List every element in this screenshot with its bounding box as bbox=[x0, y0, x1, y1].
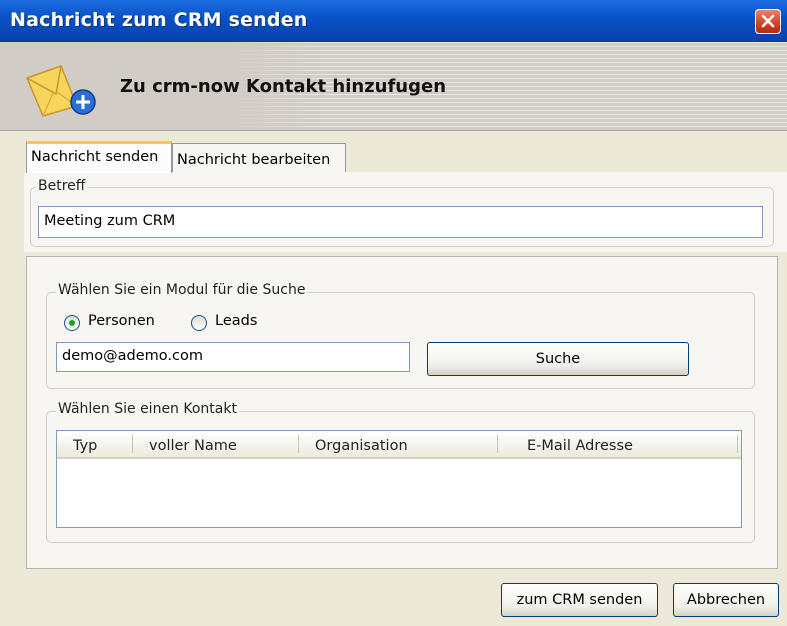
window-title: Nachricht zum CRM senden bbox=[10, 9, 308, 31]
search-button[interactable]: Suche bbox=[427, 342, 689, 376]
header-title: Zu crm-now Kontakt hinzufugen bbox=[120, 76, 447, 97]
column-header-name[interactable]: voller Name bbox=[149, 438, 237, 454]
contacts-table[interactable]: Typ voller Name Organisation E-Mail Adre… bbox=[56, 430, 742, 528]
radio-personen[interactable] bbox=[64, 315, 80, 331]
subject-input[interactable]: Meeting zum CRM bbox=[38, 206, 763, 238]
dialog-window: Nachricht zum CRM senden Zu crm-now Kont… bbox=[0, 0, 787, 626]
title-bar[interactable]: Nachricht zum CRM senden bbox=[0, 0, 787, 42]
close-icon bbox=[761, 14, 775, 28]
tab-label: Nachricht bearbeiten bbox=[177, 152, 331, 168]
subject-label: Betreff bbox=[36, 178, 88, 194]
tab-label: Nachricht senden bbox=[31, 149, 159, 165]
table-header: Typ voller Name Organisation E-Mail Adre… bbox=[57, 431, 741, 459]
close-button[interactable] bbox=[755, 9, 781, 34]
tab-nachricht-senden[interactable]: Nachricht senden bbox=[26, 141, 172, 173]
tab-nachricht-bearbeiten[interactable]: Nachricht bearbeiten bbox=[172, 143, 346, 173]
cancel-button[interactable]: Abbrechen bbox=[673, 583, 779, 617]
header-banner: Zu crm-now Kontakt hinzufugen bbox=[0, 42, 787, 131]
radio-personen-label: Personen bbox=[88, 313, 155, 329]
mail-add-icon bbox=[25, 65, 96, 117]
search-input[interactable]: demo@ademo.com bbox=[56, 342, 410, 372]
column-header-typ[interactable]: Typ bbox=[73, 438, 97, 454]
column-header-email[interactable]: E-Mail Adresse bbox=[527, 438, 633, 454]
column-header-organisation[interactable]: Organisation bbox=[315, 438, 408, 454]
send-to-crm-button[interactable]: zum CRM senden bbox=[501, 583, 658, 617]
radio-leads[interactable] bbox=[191, 315, 207, 331]
radio-leads-label: Leads bbox=[215, 313, 258, 329]
module-search-label: Wählen Sie ein Modul für die Suche bbox=[56, 282, 308, 298]
contact-group-label: Wählen Sie einen Kontakt bbox=[56, 401, 239, 417]
